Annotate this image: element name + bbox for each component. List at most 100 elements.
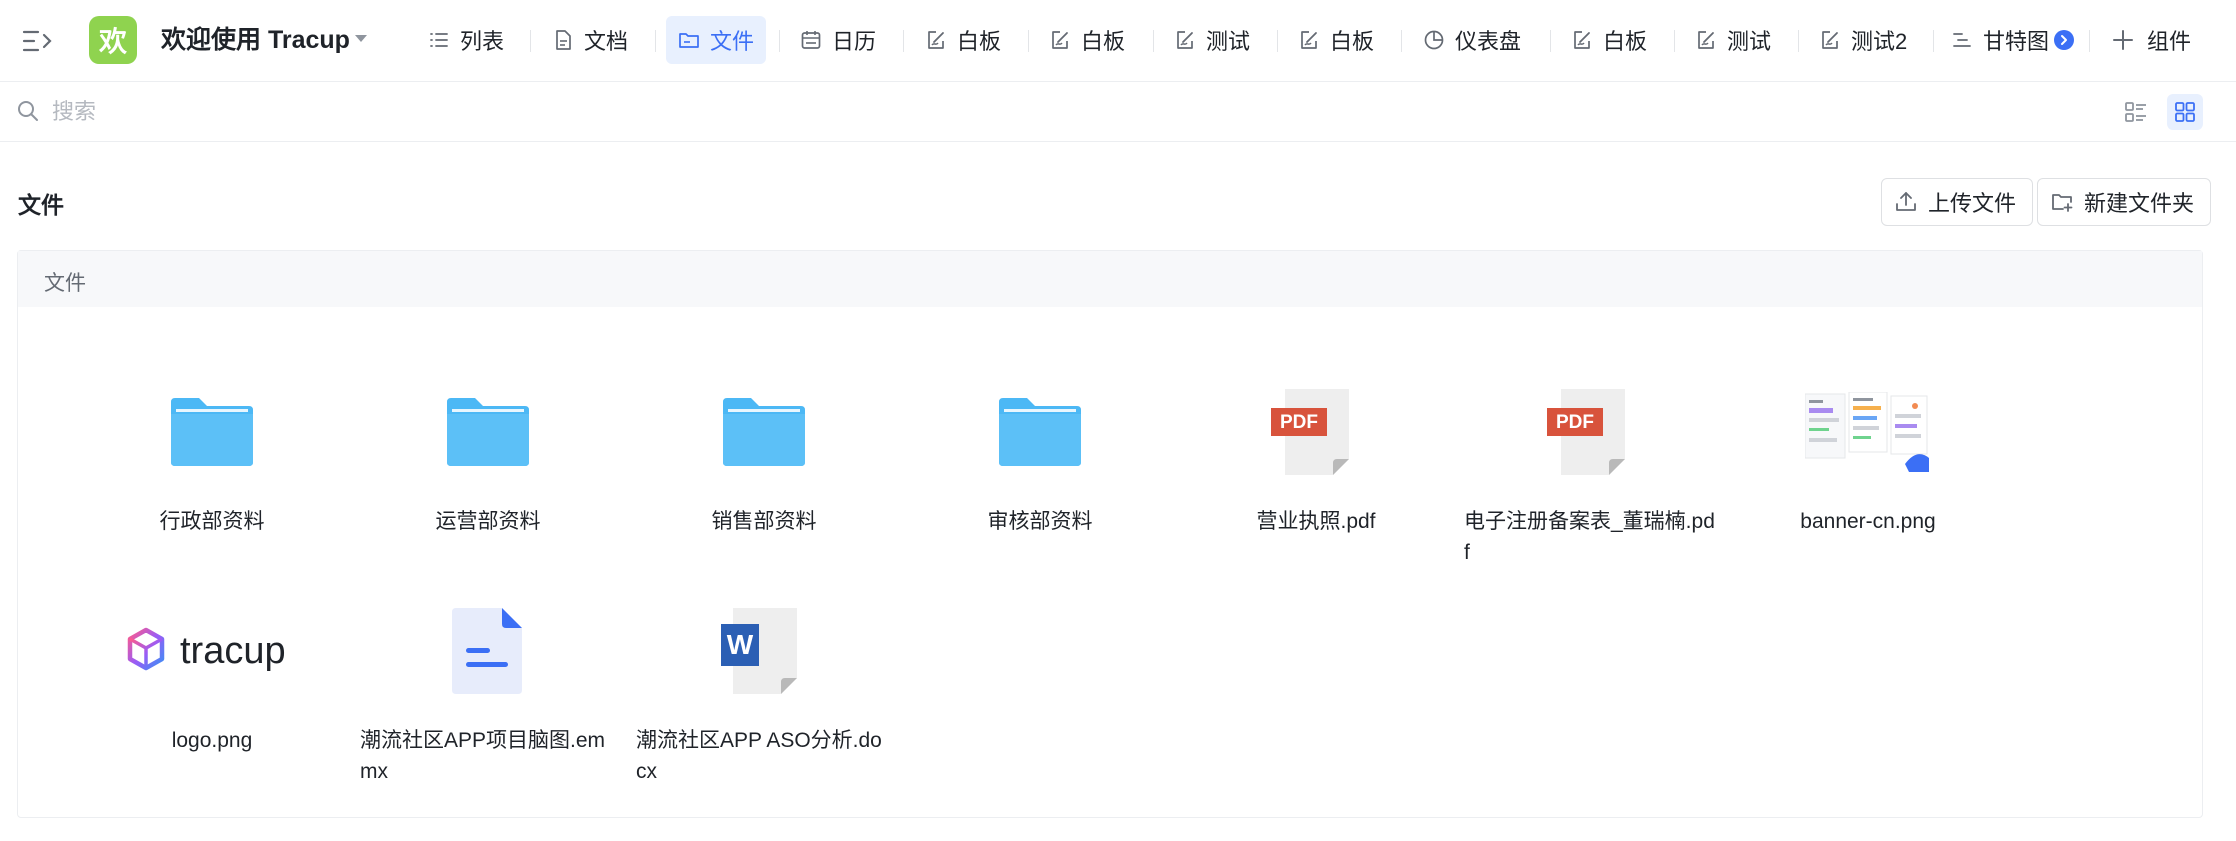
search-input[interactable] xyxy=(50,94,654,130)
file-thumbnail: W xyxy=(636,595,892,707)
tab-divider xyxy=(1153,30,1154,52)
file-thumbnail xyxy=(360,376,616,488)
whiteboard-icon xyxy=(928,31,944,49)
new-folder-icon xyxy=(2052,194,2073,212)
search-bar xyxy=(0,82,2236,142)
tab-label: 白板 xyxy=(1603,29,1648,54)
tab-label: 仪表盘 xyxy=(1455,29,1522,54)
search-icon xyxy=(18,101,38,121)
file-name: 销售部资料 xyxy=(711,510,817,533)
tab-gantt[interactable]: 甘特图 xyxy=(1951,16,2051,64)
file-thumbnail: PDF xyxy=(1188,376,1444,488)
file-name: 潮流社区APP项目脑图.emmx xyxy=(360,729,606,783)
tab-files[interactable]: 文件 xyxy=(666,16,767,64)
file-name: logo.png xyxy=(171,729,253,752)
list-view-icon[interactable] xyxy=(2122,98,2150,126)
tab-label: 列表 xyxy=(460,29,505,54)
tab-label: 白板 xyxy=(1330,29,1375,54)
file-name: 潮流社区APP ASO分析.docx xyxy=(636,729,882,783)
grid-view-button[interactable] xyxy=(2167,94,2203,130)
tab-label: 测试 xyxy=(1206,29,1251,54)
tab-list[interactable]: 列表 xyxy=(428,16,504,64)
tab-label: 文档 xyxy=(584,29,629,54)
file-thumbnail xyxy=(360,595,616,707)
top-bar: 欢 欢迎使用 Tracup 列表 文档 文件 日历 白板 白板 测试 白板 仪表… xyxy=(0,0,2236,82)
pdf-badge: PDF xyxy=(1280,412,1318,433)
tab-document[interactable]: 文档 xyxy=(552,16,628,64)
tab-label: 测试 xyxy=(1727,29,1772,54)
banner-preview-image xyxy=(1805,392,1929,472)
document-icon xyxy=(556,30,571,50)
add-component-button[interactable]: 组件 xyxy=(2111,16,2191,64)
tab-label: 白板 xyxy=(957,29,1002,54)
upload-file-label: 上传文件 xyxy=(1928,191,2017,216)
pdf-badge: PDF xyxy=(1556,412,1594,433)
chevron-right-icon xyxy=(2061,35,2067,45)
word-badge: W xyxy=(727,629,754,660)
file-thumbnail xyxy=(636,376,892,488)
tab-divider xyxy=(1550,30,1551,52)
list-icon xyxy=(430,33,448,47)
folder-icon xyxy=(171,398,253,466)
file-name: 运营部资料 xyxy=(435,510,541,533)
new-folder-button[interactable]: 新建文件夹 xyxy=(2037,178,2212,226)
upload-file-button[interactable]: 上传文件 xyxy=(1881,178,2034,226)
tab-divider xyxy=(1277,30,1278,52)
scroll-tabs-right-button[interactable] xyxy=(2054,30,2074,50)
tab-whiteboard[interactable]: 白板 xyxy=(925,16,1001,64)
calendar-icon xyxy=(801,31,821,49)
tracup-logo-image: tracup xyxy=(127,627,286,672)
tab-label: 白板 xyxy=(1081,29,1126,54)
file-panel: 文件 行政部资料 运营部资料 销售部资料 审核部资料 PDF 营业执照.pdf … xyxy=(17,250,2203,818)
plus-icon xyxy=(2113,30,2133,50)
file-thumbnail: tracup xyxy=(84,595,340,707)
page-title: 文件 xyxy=(18,192,64,218)
tab-test[interactable]: 测试 xyxy=(1174,16,1250,64)
gantt-icon xyxy=(1953,33,1971,47)
file-thumbnail: PDF xyxy=(1464,376,1720,488)
tab-calendar[interactable]: 日历 xyxy=(800,16,876,64)
file-thumbnail xyxy=(1740,376,1996,488)
tab-label: 文件 xyxy=(710,29,755,54)
tab-divider xyxy=(1798,30,1799,52)
whiteboard-icon xyxy=(1698,31,1714,49)
pdf-file-icon: PDF xyxy=(1271,389,1349,475)
whiteboard-icon xyxy=(1052,31,1068,49)
file-name: 营业执照.pdf xyxy=(1256,510,1376,533)
tab-whiteboard[interactable]: 白板 xyxy=(1298,16,1374,64)
grid-view-icon xyxy=(2175,102,2195,122)
tab-dashboard[interactable]: 仪表盘 xyxy=(1423,16,1521,64)
new-folder-label: 新建文件夹 xyxy=(2084,191,2195,216)
panel-header: 文件 xyxy=(18,251,2202,307)
file-name: 审核部资料 xyxy=(987,510,1093,533)
tab-test2[interactable]: 测试2 xyxy=(1819,16,1907,64)
folder-icon xyxy=(447,398,529,466)
tab-divider xyxy=(1401,30,1402,52)
logo-text: tracup xyxy=(180,630,286,672)
whiteboard-icon xyxy=(1301,31,1317,49)
folder-icon xyxy=(723,398,805,466)
tab-divider xyxy=(655,30,656,52)
collapse-sidebar-icon[interactable] xyxy=(20,24,54,58)
tab-whiteboard[interactable]: 白板 xyxy=(1049,16,1125,64)
whiteboard-icon xyxy=(1822,31,1838,49)
mindmap-file-icon xyxy=(452,608,522,694)
app-logo[interactable]: 欢 xyxy=(89,16,137,64)
file-thumbnail xyxy=(912,376,1168,488)
file-name: 行政部资料 xyxy=(159,510,265,533)
pdf-file-icon: PDF xyxy=(1547,389,1625,475)
file-name: banner-cn.png xyxy=(1800,510,1936,533)
folder-icon xyxy=(999,398,1081,466)
tab-divider xyxy=(530,30,531,52)
app-title[interactable]: 欢迎使用 Tracup xyxy=(161,22,350,58)
caret-down-icon[interactable] xyxy=(355,35,367,43)
tab-divider xyxy=(903,30,904,52)
tab-test[interactable]: 测试 xyxy=(1695,16,1771,64)
file-thumbnail xyxy=(84,376,340,488)
whiteboard-icon xyxy=(1574,31,1590,49)
tab-whiteboard[interactable]: 白板 xyxy=(1571,16,1647,64)
tab-label: 甘特图 xyxy=(1983,29,2050,54)
whiteboard-icon xyxy=(1177,31,1193,49)
tab-label: 测试2 xyxy=(1851,29,1908,54)
file-name: 电子注册备案表_董瑞楠.pdf xyxy=(1464,510,1715,564)
